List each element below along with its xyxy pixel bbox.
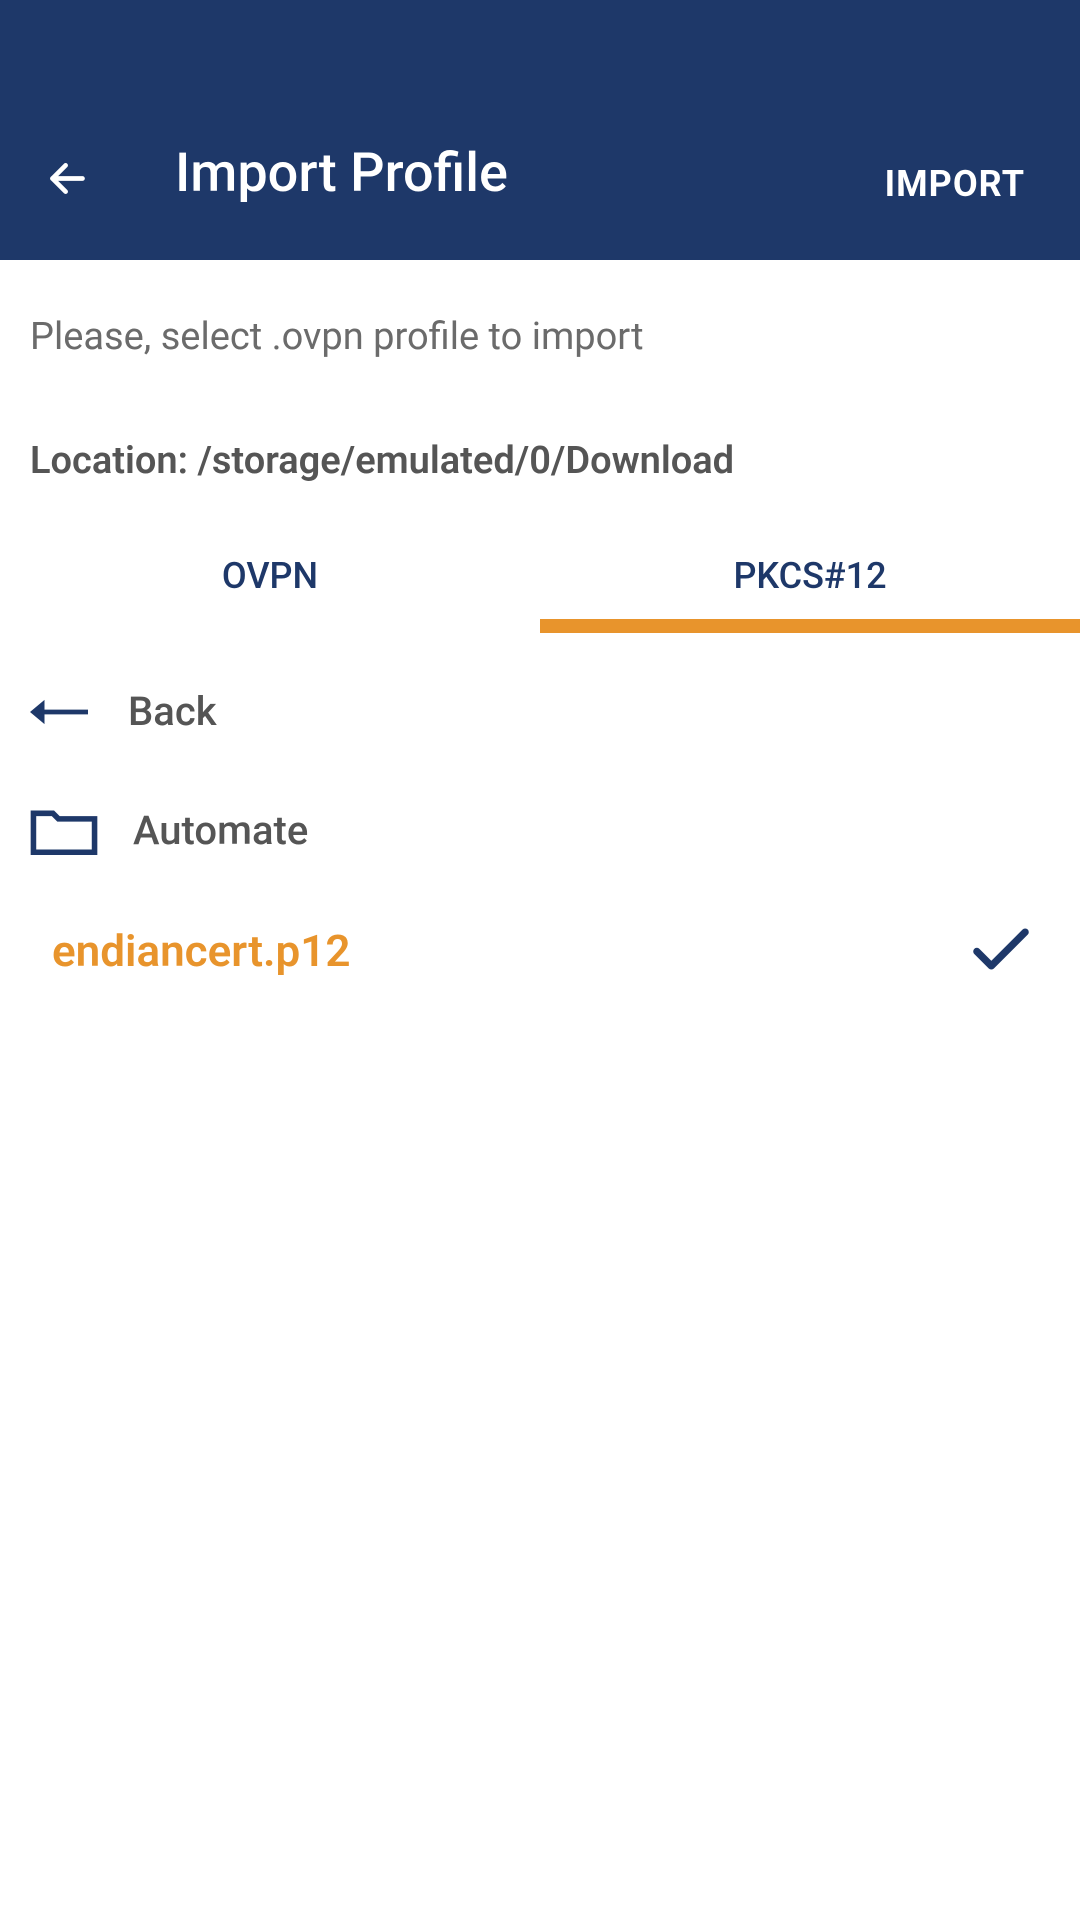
tab-ovpn[interactable]: OVPN — [0, 533, 540, 633]
arrow-left-icon — [45, 156, 90, 205]
back-label: Back — [128, 688, 217, 735]
instruction-text: Please, select .ovpn profile to import — [0, 260, 1080, 359]
import-button[interactable]: IMPORT — [885, 163, 1025, 205]
back-row[interactable]: Back — [30, 668, 1050, 755]
back-button[interactable] — [45, 156, 90, 205]
arrow-left-icon — [30, 692, 88, 732]
page-title: Import Profile — [175, 142, 885, 205]
content-area: Please, select .ovpn profile to import L… — [0, 260, 1080, 997]
folder-label: Automate — [133, 807, 308, 854]
file-name: endiancert.p12 — [52, 925, 351, 977]
tab-pkcs12[interactable]: PKCS#12 — [540, 533, 1080, 633]
app-header: Import Profile IMPORT — [0, 0, 1080, 260]
location-text: Location: /storage/emulated/0/Download — [0, 359, 1080, 483]
folder-row[interactable]: Automate — [30, 785, 1050, 875]
tab-bar: OVPN PKCS#12 — [0, 533, 1080, 633]
file-row-selected[interactable]: endiancert.p12 — [30, 905, 1050, 997]
file-browser: Back Automate endiancert.p12 — [0, 633, 1080, 997]
check-icon — [972, 927, 1030, 975]
folder-icon — [30, 805, 98, 855]
